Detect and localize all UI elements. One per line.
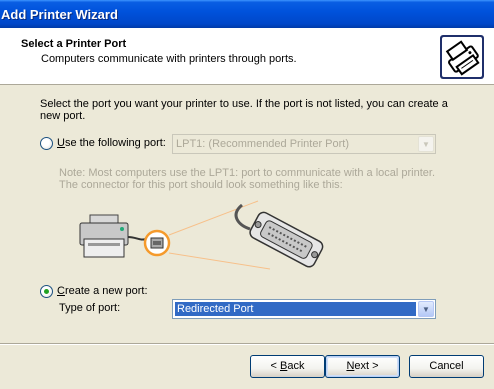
window-title: Add Printer Wizard [0,0,494,28]
button-separator [0,343,494,345]
printer-icon [79,214,147,258]
printer-wizard-icon [440,35,484,79]
existing-port-select[interactable]: LPT1: (Recommended Printer Port) ▼ [172,134,436,154]
create-new-port-label[interactable]: Create a new port: [57,285,148,297]
next-button[interactable]: Next > [325,355,400,378]
create-new-port-radio[interactable] [40,285,53,298]
lpt-note-text: Note: Most computers use the LPT1: port … [59,167,436,191]
use-following-port-radio[interactable] [40,137,53,150]
port-type-value: Redirected Port [175,302,416,316]
type-of-port-label: Type of port: [59,302,121,314]
chevron-down-icon[interactable]: ▼ [418,136,434,152]
parallel-port-illustration [79,200,324,270]
port-type-select[interactable]: Redirected Port ▼ [172,299,436,319]
db25-connector-icon [234,203,324,268]
page-title: Select a Printer Port [21,38,127,50]
chevron-down-icon[interactable]: ▼ [418,301,434,317]
back-button[interactable]: < Back [250,355,325,378]
page-subtitle: Computers communicate with printers thro… [41,53,297,65]
use-following-port-label[interactable]: Use the following port: [57,137,166,149]
existing-port-value: LPT1: (Recommended Printer Port) [176,138,350,150]
cancel-button[interactable]: Cancel [409,355,484,378]
instructions-text: Select the port you want your printer to… [40,98,448,122]
wizard-header: Select a Printer Port Computers communic… [0,28,494,85]
